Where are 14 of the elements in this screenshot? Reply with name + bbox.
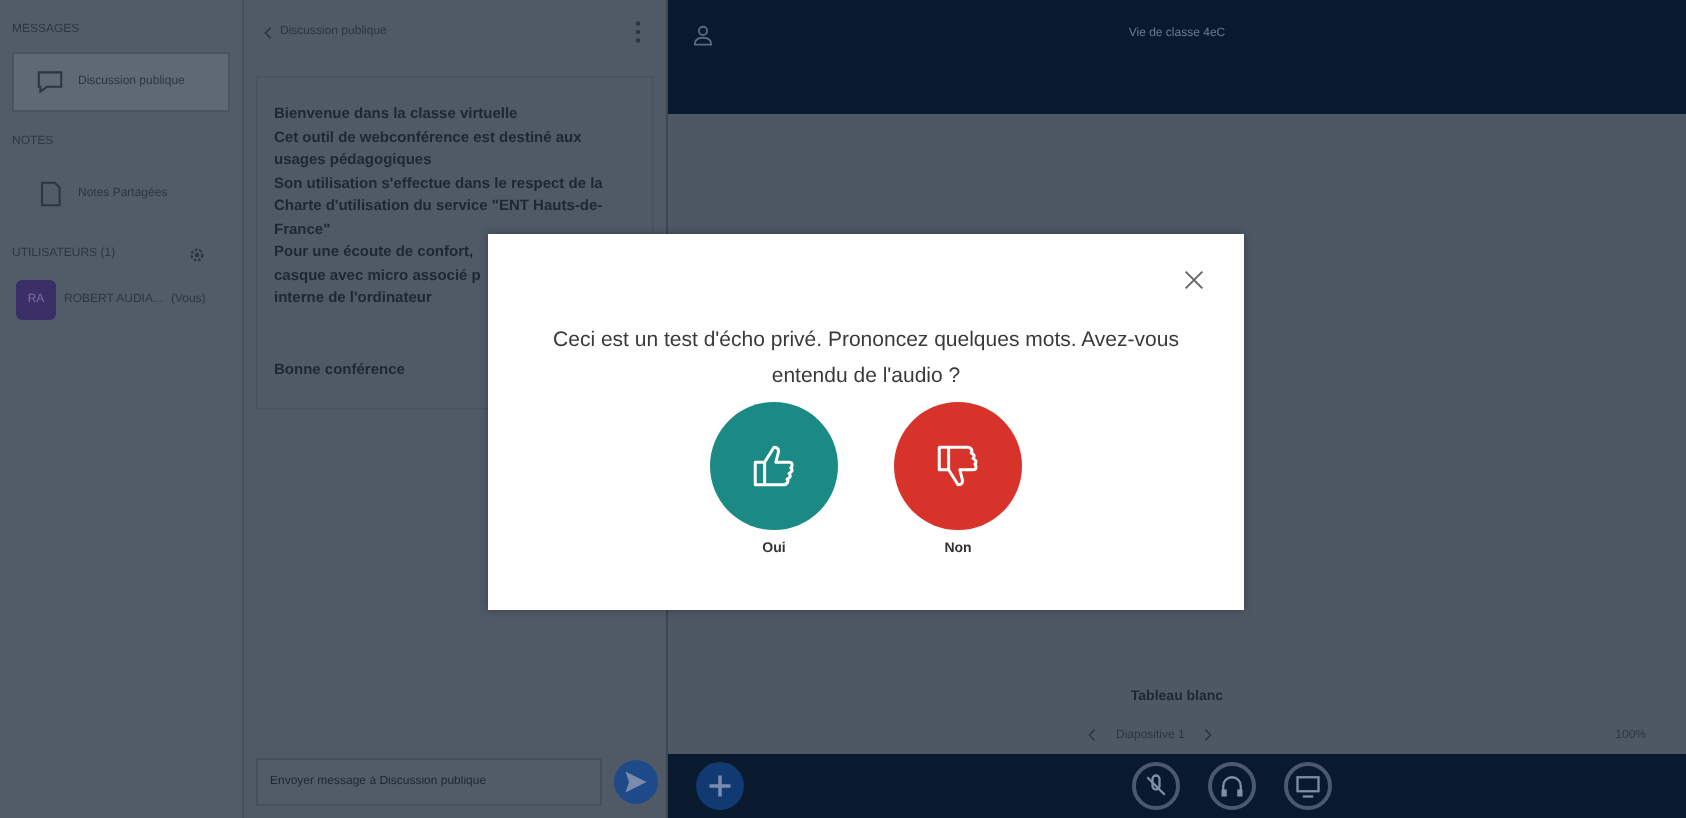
screen-share-button[interactable]	[1284, 762, 1332, 810]
microphone-muted-icon	[1142, 772, 1170, 800]
actions-button[interactable]	[696, 762, 744, 810]
close-icon[interactable]	[1184, 270, 1204, 290]
chat-bubble-icon	[34, 66, 66, 98]
user-icon[interactable]	[692, 24, 714, 46]
dialog-message: Ceci est un test d'écho privé. Prononcez quelques mots. Avez-vous entendu de l'audio ?	[551, 326, 1181, 392]
send-icon	[622, 768, 650, 796]
send-button[interactable]	[614, 760, 658, 804]
screen-icon	[1294, 772, 1322, 800]
audio-button[interactable]	[1208, 762, 1256, 810]
plus-icon	[706, 772, 734, 800]
headphones-icon	[1218, 772, 1246, 800]
mute-button[interactable]	[1132, 762, 1180, 810]
